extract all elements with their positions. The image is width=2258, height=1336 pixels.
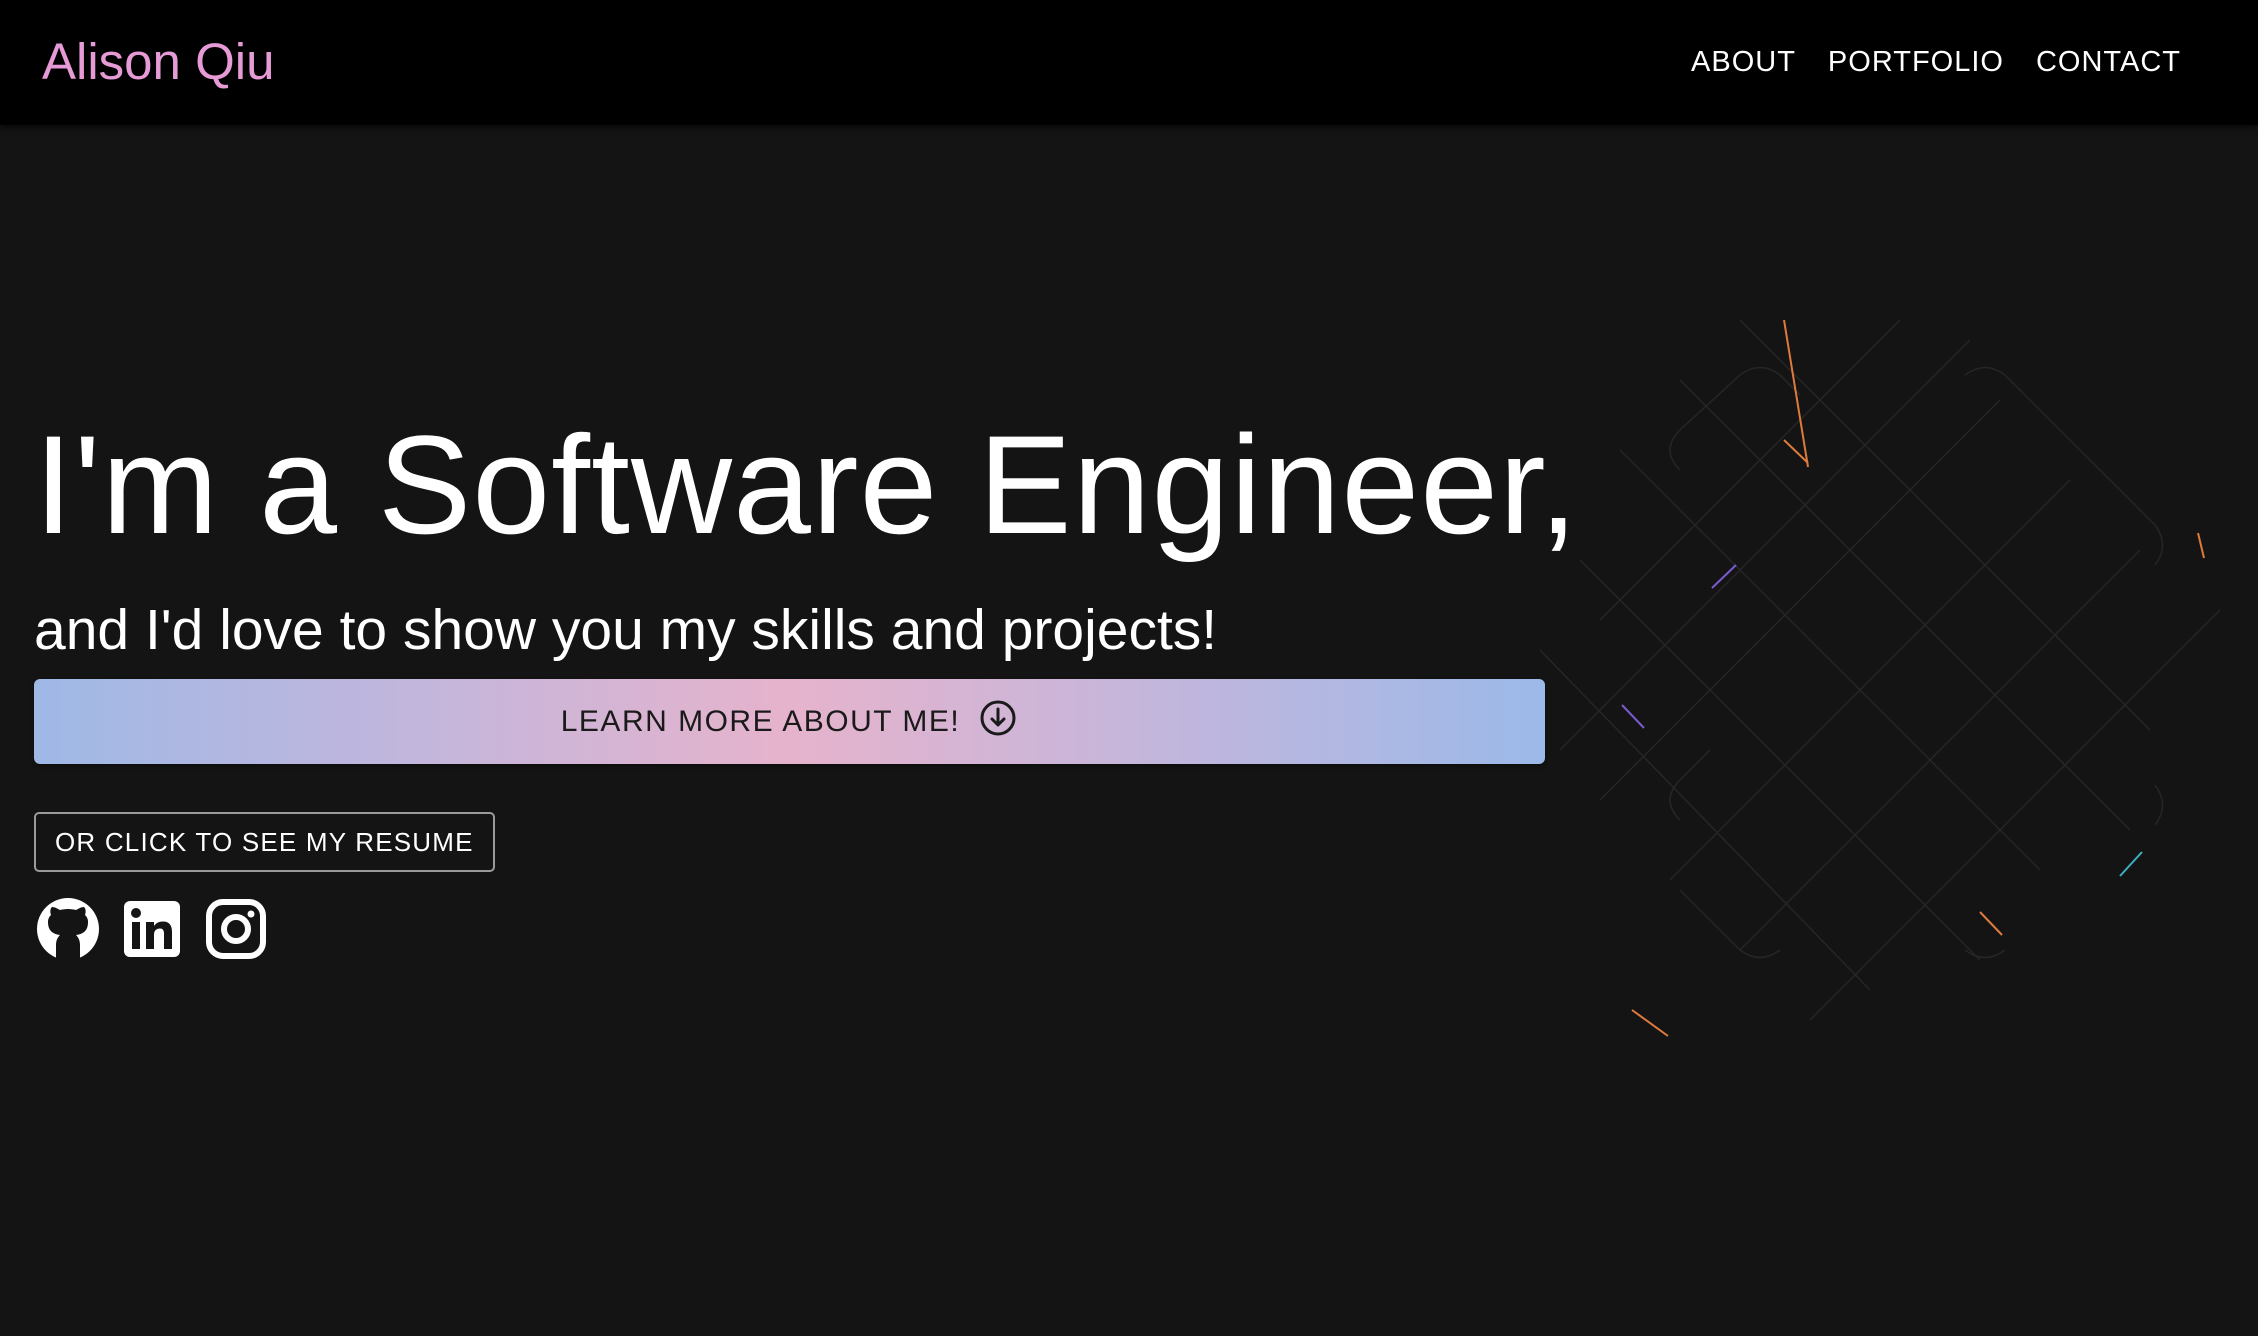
linkedin-icon <box>118 895 186 963</box>
nav-link-contact[interactable]: CONTACT <box>2020 38 2197 86</box>
github-link[interactable] <box>34 895 102 963</box>
learn-more-button[interactable]: LEARN MORE ABOUT ME! <box>34 679 1545 764</box>
page: Alison Qiu ABOUT PORTFOLIO CONTACT I'm a… <box>0 0 2258 1336</box>
instagram-link[interactable] <box>202 895 270 963</box>
decorative-grid-graphic <box>1540 320 2221 1037</box>
brand-logo-link[interactable]: Alison Qiu <box>42 28 274 96</box>
resume-button[interactable]: OR CLICK TO SEE MY RESUME <box>34 812 495 872</box>
nav-link-about[interactable]: ABOUT <box>1675 38 1812 86</box>
social-links <box>34 895 270 963</box>
navbar: Alison Qiu ABOUT PORTFOLIO CONTACT <box>0 0 2258 125</box>
github-icon <box>34 895 102 963</box>
hero-title: I'm a Software Engineer, <box>34 406 1579 563</box>
nav-links: ABOUT PORTFOLIO CONTACT <box>1675 38 2197 86</box>
instagram-icon <box>202 895 270 963</box>
arrow-down-circle-icon <box>978 698 1018 746</box>
linkedin-link[interactable] <box>118 895 186 963</box>
nav-link-portfolio[interactable]: PORTFOLIO <box>1812 38 2020 86</box>
hero-subtitle: and I'd love to show you my skills and p… <box>34 598 1218 662</box>
learn-more-label: LEARN MORE ABOUT ME! <box>560 704 961 738</box>
